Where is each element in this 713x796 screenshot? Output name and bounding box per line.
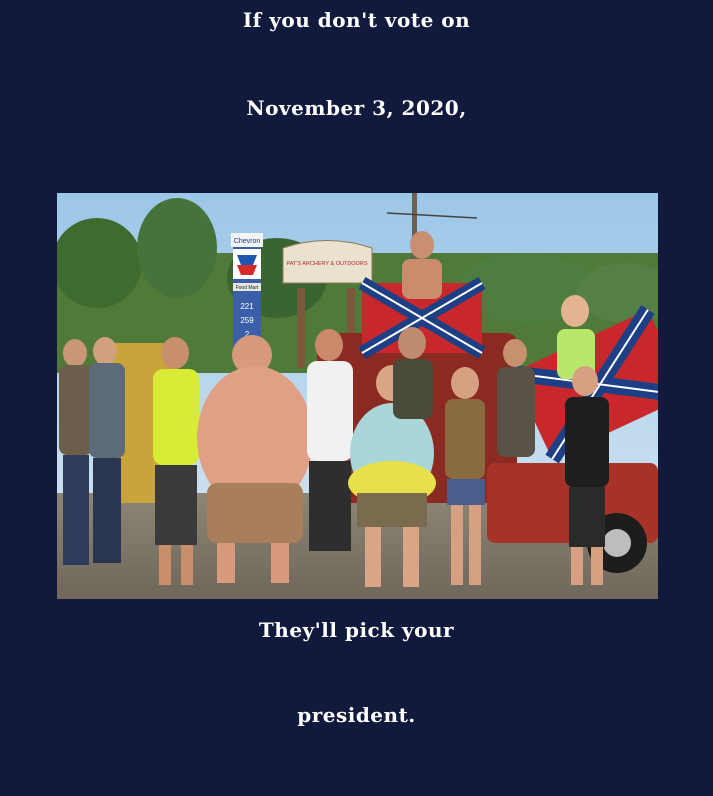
caption-bottom-line-1: They'll pick your (258, 618, 455, 642)
food-mart-label: Food Mart (236, 285, 259, 291)
caption-bottom-line-2: president. (297, 703, 416, 727)
group-photo: Chevron Food Mart 221 259 2 PAT'S ARCHER… (57, 193, 658, 599)
store-sign-text: PAT'S ARCHERY & OUTDOORS (286, 261, 367, 267)
price-2: 259 (240, 316, 254, 325)
caption-top-line-2: November 3, 2020, (246, 96, 467, 120)
meme-poster: If you don't vote on November 3, 2020, C… (0, 0, 713, 796)
price-1: 221 (240, 302, 254, 311)
caption-top-line-1: If you don't vote on (242, 8, 471, 32)
gas-brand-label: Chevron (234, 238, 261, 245)
